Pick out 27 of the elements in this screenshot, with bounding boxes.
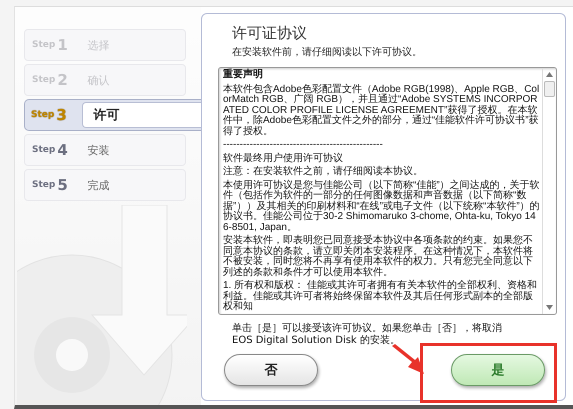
license-paragraph: 安装本软件，即表明您已同意接受本协议中各项条款的约束。如果您不同意本协议的条款，请立即关闭本安装程序。在这种情况下，本软件将不被安装，同时您将不再享有使用本软件的权力。只有您完全同意以下列述的条款和条件才可以使用本软件。 (223, 236, 534, 278)
scroll-up-icon[interactable] (546, 72, 553, 77)
yes-button[interactable]: 是 (451, 354, 545, 386)
step-label: 完成 (87, 178, 110, 192)
license-paragraph: 1. 所有权和版权： 佳能或其许可者拥有有关本软件的全部权利、资格和利益。佳能或其许可者将始终保留本软件及其后任何形式副本的全部版权和知 (223, 281, 538, 312)
step-label: 安装 (87, 142, 110, 158)
license-paragraph: 本使用许可协议是您与佳能公司（以下简称“佳能”）之间达成的，关于软件（包括作为软件的一部分的任何图像数据和声音数据（以下简称“数据”））及其相关的印刷材料和“在线”或电子文件（以下统称“本软件”）的协议书。佳能公司位于30-2 Shimomaruko 3-chome, Ohta-ku, Tokyo 146-8501, Japan。 (223, 180, 540, 233)
step-prefix: Step (32, 145, 56, 155)
instruction-text: 单击［是］可以接受该许可协议。如果您单击［否］，将取消 EOS Digital Solution Disk 的安装。 (232, 323, 503, 347)
license-paragraph: 本软件包含Adobe色彩配置文件（Adobe RGB(1998)、Apple RGB、ColorMatch RGB、广阔 RGB），并且通过“Adobe SYSTEMS INCORPORATED COLOR PROFILE LICENSE AGREEMENT”获得了授权。在本软件中，除Adobe色彩配置文件之外的部分，通过“佳能软件许可协议书”获得了授权。 (223, 84, 540, 137)
license-paragraph: ------------------------------------------------ (223, 140, 384, 150)
step-label: 许可 (82, 102, 204, 128)
step-prefix: Step (32, 180, 56, 190)
scrollbar-thumb[interactable] (544, 81, 555, 97)
license-textbox[interactable] (218, 67, 557, 315)
license-heading: 重要声明 (223, 70, 264, 80)
page-subtitle: 在安装软件前，请仔细阅读以下许可协议。 (232, 46, 423, 59)
license-paragraph: 注意：在安装软件之前，请仔细阅读本协议。 (223, 167, 424, 178)
page-title: 许可证协议 (232, 24, 308, 43)
annotation-arrow (390, 344, 426, 376)
step-prefix: Step (31, 110, 54, 120)
step-number: 4 (57, 141, 69, 159)
no-button[interactable]: 否 (224, 354, 318, 386)
step-number: 5 (57, 176, 69, 194)
step-number: 3 (56, 106, 68, 124)
scroll-down-icon[interactable] (546, 305, 553, 310)
license-paragraph: 软件最终用户使用许可协议 (223, 154, 344, 164)
